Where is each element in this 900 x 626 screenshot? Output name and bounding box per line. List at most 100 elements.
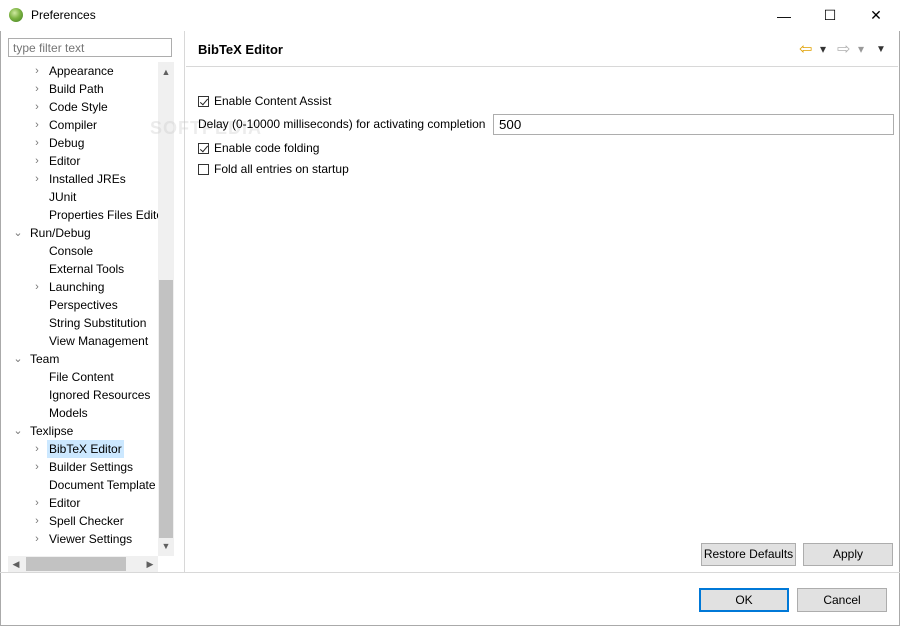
tree-item[interactable]: › Appearance <box>8 62 158 80</box>
header-separator <box>186 66 898 67</box>
tree-item-label: Spell Checker <box>49 514 124 528</box>
tree-item[interactable]: › BibTeX Editor <box>8 440 158 458</box>
content-assist-label: Enable Content Assist <box>214 94 332 108</box>
tree-item-label: Texlipse <box>30 424 74 438</box>
scroll-thumb[interactable] <box>159 280 173 538</box>
tree-item[interactable]: › Viewer Settings <box>8 530 158 548</box>
tree-item[interactable]: › Spell Checker <box>8 512 158 530</box>
tree-item[interactable]: › Code Style <box>8 98 158 116</box>
fold-all-label: Fold all entries on startup <box>214 162 349 176</box>
code-folding-checkbox[interactable] <box>198 142 209 154</box>
scroll-left-icon[interactable]: ◀ <box>8 556 24 572</box>
tree-item-label: Team <box>30 352 60 366</box>
tree-item[interactable]: Console <box>8 242 158 260</box>
tree-item-label: Build Path <box>49 82 104 96</box>
tree-item[interactable]: JUnit <box>8 188 158 206</box>
collapsed-arrow-icon[interactable]: › <box>31 80 43 98</box>
collapsed-arrow-icon[interactable]: › <box>31 98 43 116</box>
tree-item-label: BibTeX Editor <box>47 440 124 458</box>
expanded-arrow-icon[interactable]: ⌄ <box>12 422 24 440</box>
tree-horizontal-scrollbar[interactable]: ◀ ▶ <box>8 556 158 572</box>
tree-item[interactable]: Ignored Resources <box>8 386 158 404</box>
tree-item[interactable]: ⌄ Texlipse <box>8 422 158 440</box>
collapsed-arrow-icon[interactable]: › <box>31 134 43 152</box>
tree-item-label: Compiler <box>49 118 98 132</box>
tree-item[interactable]: View Management <box>8 332 158 350</box>
delay-input[interactable] <box>493 114 894 135</box>
apply-button[interactable]: Apply <box>803 543 893 566</box>
collapsed-arrow-icon[interactable]: › <box>31 278 43 296</box>
tree-item-label: View Management <box>49 334 149 348</box>
tree-item-label: Properties Files Editor <box>49 208 158 222</box>
delay-label: Delay (0-10000 milliseconds) for activat… <box>198 117 486 131</box>
collapsed-arrow-icon[interactable]: › <box>31 494 43 512</box>
tree-item[interactable]: › Installed JREs <box>8 170 158 188</box>
content-assist-checkbox[interactable] <box>198 95 209 107</box>
collapsed-arrow-icon[interactable]: › <box>31 530 43 548</box>
collapsed-arrow-icon[interactable]: › <box>31 152 43 170</box>
content-assist-option[interactable]: Enable Content Assist <box>198 92 331 110</box>
tree-item[interactable]: › Builder Settings <box>8 458 158 476</box>
tree-item[interactable]: › Editor <box>8 152 158 170</box>
tree-item[interactable]: › Compiler <box>8 116 158 134</box>
collapsed-arrow-icon[interactable]: › <box>31 440 43 458</box>
tree-item-label: JUnit <box>49 190 77 204</box>
collapsed-arrow-icon[interactable]: › <box>31 62 43 80</box>
tree-item-label: Launching <box>49 280 105 294</box>
tree-item[interactable]: Models <box>8 404 158 422</box>
tree-item-label: External Tools <box>49 262 125 276</box>
filter-input[interactable] <box>8 38 172 57</box>
tree-item[interactable]: Properties Files Editor <box>8 206 158 224</box>
forward-arrow-icon[interactable]: ⇨ <box>837 40 850 58</box>
eclipse-app-icon <box>9 8 23 22</box>
tree-item-label: Appearance <box>49 64 114 78</box>
tree-item[interactable]: External Tools <box>8 260 158 278</box>
ok-button[interactable]: OK <box>699 588 789 612</box>
collapsed-arrow-icon[interactable]: › <box>31 458 43 476</box>
scroll-right-icon[interactable]: ▶ <box>142 556 158 572</box>
back-arrow-icon[interactable]: ⇦ <box>799 40 812 58</box>
view-menu-icon[interactable]: ▼ <box>876 40 886 58</box>
tree-item-label: Document Template <box>49 478 156 492</box>
forward-dropdown-icon[interactable]: ▾ <box>858 40 864 58</box>
page-title: BibTeX Editor <box>198 42 283 57</box>
collapsed-arrow-icon[interactable]: › <box>31 512 43 530</box>
pane-divider[interactable] <box>184 31 185 573</box>
code-folding-option[interactable]: Enable code folding <box>198 139 319 157</box>
fold-all-option[interactable]: Fold all entries on startup <box>198 160 349 178</box>
restore-defaults-button[interactable]: Restore Defaults <box>701 543 796 566</box>
collapsed-arrow-icon[interactable]: › <box>31 116 43 134</box>
scroll-down-icon[interactable]: ▼ <box>158 538 174 554</box>
tree-item[interactable]: › Editor <box>8 494 158 512</box>
tree-item-label: Editor <box>49 154 81 168</box>
close-button[interactable]: ✕ <box>853 0 899 31</box>
preference-tree: › Appearance › Build Path › Code Style › Compil… <box>8 62 158 556</box>
minimize-button[interactable]: — <box>761 0 807 31</box>
tree-item[interactable]: › Debug <box>8 134 158 152</box>
tree-item[interactable]: ⌄ Run/Debug <box>8 224 158 242</box>
tree-item[interactable]: Document Template <box>8 476 158 494</box>
title-bar: Preferences — ☐ ✕ <box>0 0 900 31</box>
back-dropdown-icon[interactable]: ▾ <box>820 40 826 58</box>
tree-item-label: Ignored Resources <box>49 388 151 402</box>
tree-item-label: Models <box>49 406 88 420</box>
tree-item[interactable]: Perspectives <box>8 296 158 314</box>
tree-item[interactable]: › Build Path <box>8 80 158 98</box>
tree-item-label: Perspectives <box>49 298 118 312</box>
tree-item[interactable]: › Launching <box>8 278 158 296</box>
collapsed-arrow-icon[interactable]: › <box>31 170 43 188</box>
tree-item[interactable]: File Content <box>8 368 158 386</box>
tree-item[interactable]: String Substitution <box>8 314 158 332</box>
cancel-button[interactable]: Cancel <box>797 588 887 612</box>
maximize-button[interactable]: ☐ <box>807 0 853 31</box>
tree-item-label: Debug <box>49 136 85 150</box>
tree-item-label: Viewer Settings <box>49 532 133 546</box>
tree-item[interactable]: ⌄ Team <box>8 350 158 368</box>
footer-separator <box>0 572 900 573</box>
tree-item-label: Editor <box>49 496 81 510</box>
expanded-arrow-icon[interactable]: ⌄ <box>12 224 24 242</box>
expanded-arrow-icon[interactable]: ⌄ <box>12 350 24 368</box>
h-scroll-thumb[interactable] <box>26 557 126 571</box>
fold-all-checkbox[interactable] <box>198 163 209 175</box>
scroll-up-icon[interactable]: ▲ <box>158 64 174 80</box>
